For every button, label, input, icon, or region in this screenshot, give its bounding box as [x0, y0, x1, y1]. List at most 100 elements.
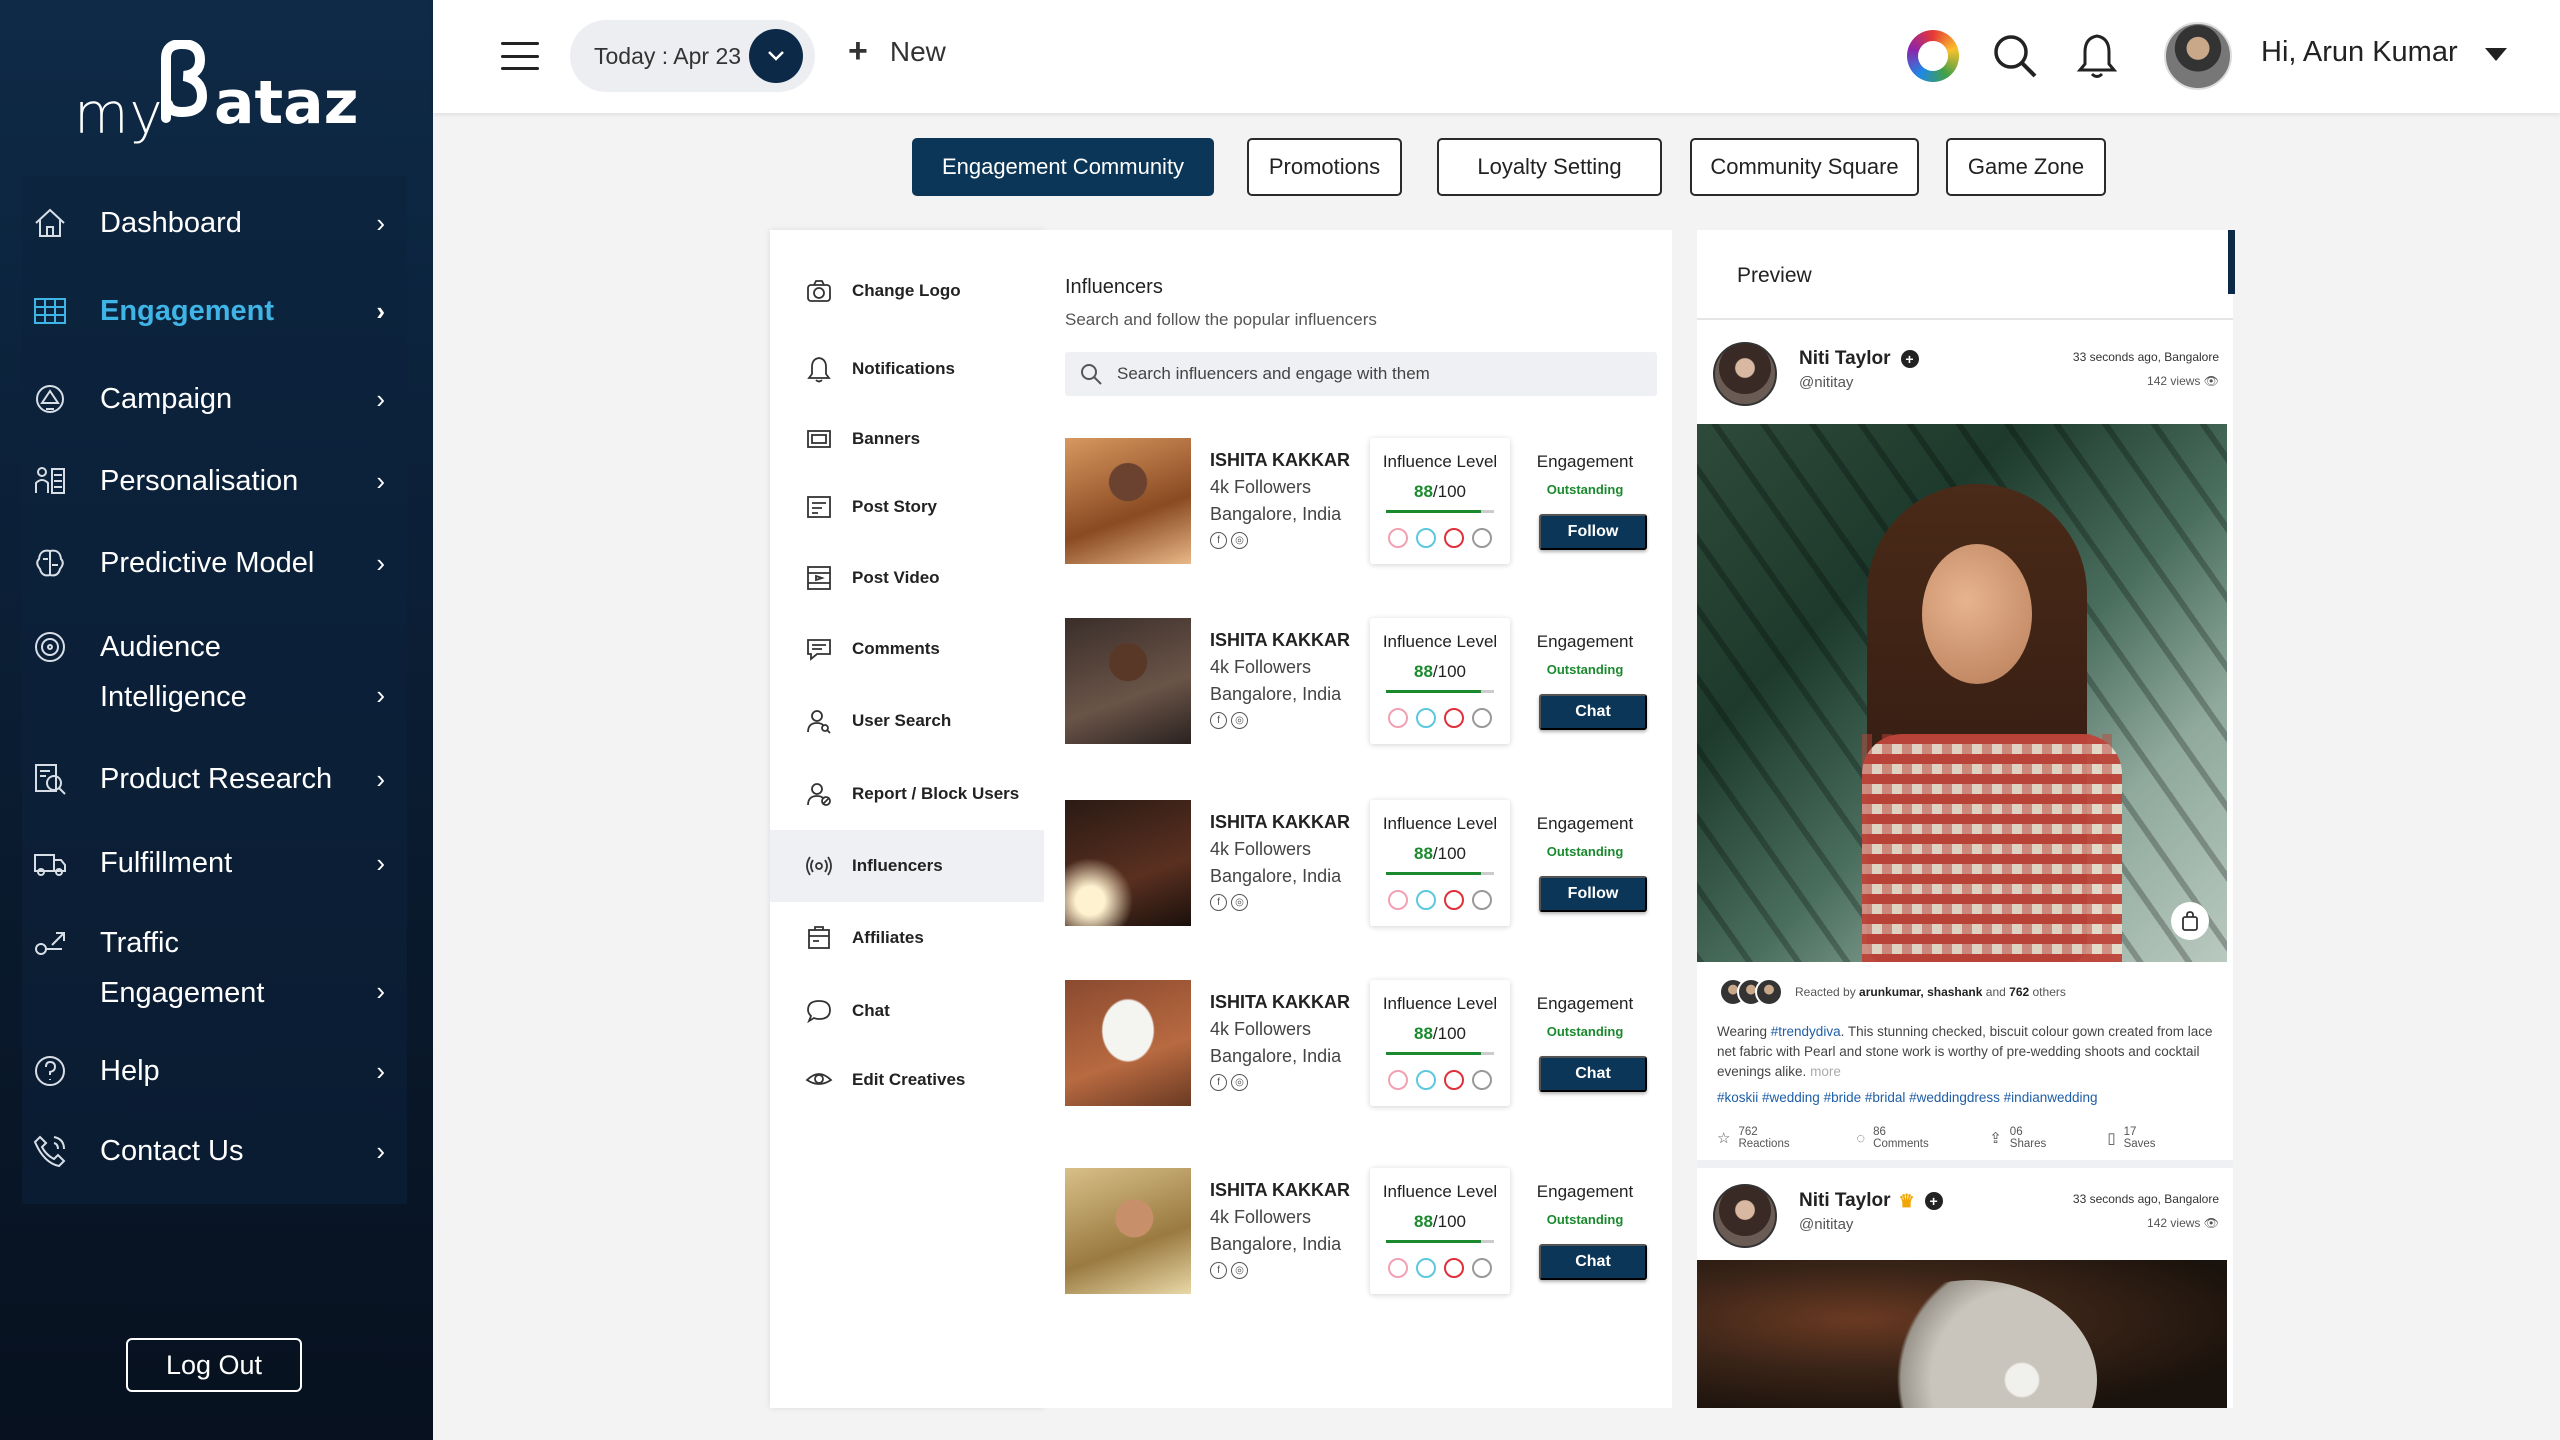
post-header: Niti Taylor + @nititay 33 seconds ago, Ba… — [1697, 326, 2233, 416]
setting-post-story[interactable]: Post Story — [770, 471, 1044, 543]
influence-level-card: Influence Level 88/100 — [1370, 618, 1510, 744]
reactions-stat[interactable]: ☆ 762 Reactions — [1717, 1126, 1808, 1150]
instagram-icon[interactable]: ◎ — [1231, 712, 1248, 729]
sidebar-item-help[interactable]: Help › — [30, 1046, 385, 1096]
influencer-action-button[interactable]: Chat — [1539, 1056, 1647, 1092]
chevron-right-icon: › — [376, 383, 385, 414]
influencer-action-button[interactable]: Follow — [1539, 876, 1647, 912]
setting-notifications[interactable]: Notifications — [770, 333, 1044, 405]
influencer-search-input[interactable]: Search influencers and engage with them — [1065, 352, 1657, 396]
comments-stat[interactable]: ◌ 86 Comments — [1856, 1126, 1941, 1150]
shopping-bag-icon[interactable] — [2171, 902, 2209, 940]
color-theme-icon[interactable] — [1905, 28, 1961, 84]
shares-stat[interactable]: ⇪ 06 Shares — [1989, 1126, 2059, 1150]
influencer-photo[interactable] — [1065, 800, 1191, 926]
sidebar-item-audience-intelligence[interactable]: Audience Intelligence › — [30, 622, 385, 722]
setting-user-search[interactable]: User Search — [770, 685, 1044, 757]
avatar[interactable] — [1713, 342, 1777, 406]
sidebar-item-dashboard[interactable]: Dashboard › — [30, 198, 385, 248]
sidebar-item-label: Personalisation — [100, 465, 299, 497]
influencer-name[interactable]: ISHITA KAKKAR — [1210, 1180, 1350, 1201]
setting-report-block-users[interactable]: Report / Block Users — [770, 758, 1044, 830]
influencer-photo[interactable] — [1065, 438, 1191, 564]
user-greeting[interactable]: Hi, Arun Kumar — [2261, 36, 2458, 69]
chevron-down-icon[interactable] — [749, 29, 803, 83]
sidebar-item-predictive-model[interactable]: Predictive Model › — [30, 538, 385, 588]
influencer-location: Bangalore, India — [1210, 1046, 1342, 1066]
engagement-value: Outstanding — [1546, 482, 1624, 497]
reactions-summary[interactable]: Reacted by arunkumar, shashank and 762 o… — [1719, 978, 2066, 1006]
tiktok-icon — [1472, 1258, 1492, 1278]
tab-promotions[interactable]: Promotions — [1247, 138, 1402, 196]
post-image[interactable] — [1697, 424, 2227, 962]
sidebar-item-product-research[interactable]: Product Research › — [30, 754, 385, 804]
post-image[interactable] — [1697, 1260, 2227, 1408]
chevron-right-icon: › — [376, 1135, 385, 1166]
post-hashtags[interactable]: #koskii #wedding #bride #bridal #wedding… — [1717, 1090, 2217, 1105]
campaign-icon — [30, 379, 70, 419]
influence-progress-bar — [1386, 872, 1494, 875]
facebook-icon[interactable]: f — [1210, 712, 1227, 729]
influencer-action-button[interactable]: Follow — [1539, 514, 1647, 550]
setting-chat[interactable]: Chat — [770, 975, 1044, 1047]
tab-engagement-community[interactable]: Engagement Community — [912, 138, 1214, 196]
influencer-name[interactable]: ISHITA KAKKAR — [1210, 630, 1350, 651]
setting-edit-creatives[interactable]: Edit Creatives — [770, 1044, 1044, 1116]
influencer-name[interactable]: ISHITA KAKKAR — [1210, 812, 1350, 833]
influencer-action-button[interactable]: Chat — [1539, 1244, 1647, 1280]
instagram-icon[interactable]: ◎ — [1231, 1074, 1248, 1091]
new-button[interactable]: + New — [848, 32, 946, 71]
search-icon[interactable] — [1987, 28, 2043, 84]
tab-community-square[interactable]: Community Square — [1690, 138, 1919, 196]
affiliates-icon — [804, 923, 834, 953]
sidebar-item-fulfillment[interactable]: Fulfillment › — [30, 838, 385, 888]
setting-influencers[interactable]: Influencers — [770, 830, 1044, 902]
platform-icons — [1388, 890, 1500, 910]
date-selector[interactable]: Today : Apr 23 — [570, 20, 815, 92]
influencer-name[interactable]: ISHITA KAKKAR — [1210, 450, 1350, 471]
camera-icon — [804, 276, 834, 306]
sidebar-item-campaign[interactable]: Campaign › — [30, 374, 385, 424]
brand-logo[interactable]: my ataz — [74, 40, 359, 147]
preview-scrollbar[interactable] — [2228, 230, 2235, 294]
facebook-icon[interactable]: f — [1210, 1262, 1227, 1279]
sidebar-item-personalisation[interactable]: Personalisation › — [30, 456, 385, 506]
bell-icon[interactable] — [2069, 28, 2125, 84]
banner-icon — [804, 424, 834, 454]
setting-post-video[interactable]: Post Video — [770, 542, 1044, 614]
follow-plus-icon[interactable]: + — [1900, 350, 1919, 368]
saves-stat[interactable]: ▯ 17 Saves — [2107, 1126, 2169, 1150]
sidebar-item-traffic-engagement[interactable]: Traffic Engagement › — [30, 918, 385, 1018]
caret-down-icon[interactable] — [2485, 48, 2507, 61]
setting-change-logo[interactable]: Change Logo — [770, 255, 1044, 327]
facebook-icon[interactable]: f — [1210, 1074, 1227, 1091]
post-author[interactable]: Niti Taylor ♛ + — [1799, 1190, 1943, 1212]
instagram-icon[interactable]: ◎ — [1231, 894, 1248, 911]
setting-comments[interactable]: Comments — [770, 613, 1044, 685]
facebook-icon[interactable]: f — [1210, 532, 1227, 549]
sidebar-item-contact-us[interactable]: Contact Us › — [30, 1126, 385, 1176]
avatar[interactable] — [2164, 22, 2232, 90]
facebook-icon[interactable]: f — [1210, 894, 1227, 911]
sidebar-item-engagement[interactable]: Engagement › — [30, 286, 385, 336]
hashtag-link[interactable]: #trendydiva — [1771, 1024, 1841, 1039]
tab-game-zone[interactable]: Game Zone — [1946, 138, 2106, 196]
instagram-icon[interactable]: ◎ — [1231, 532, 1248, 549]
influencer-photo[interactable] — [1065, 1168, 1191, 1294]
tab-loyalty-setting[interactable]: Loyalty Setting — [1437, 138, 1662, 196]
influencer-photo[interactable] — [1065, 618, 1191, 744]
instagram-icon[interactable]: ◎ — [1231, 1262, 1248, 1279]
influencer-photo[interactable] — [1065, 980, 1191, 1106]
hamburger-menu-icon[interactable] — [501, 42, 539, 70]
engagement-value: Outstanding — [1546, 662, 1624, 677]
setting-banners[interactable]: Banners — [770, 403, 1044, 475]
avatar[interactable] — [1713, 1184, 1777, 1248]
more-link[interactable]: more — [1810, 1064, 1841, 1079]
sidebar-item-label: Predictive Model — [100, 547, 315, 579]
follow-plus-icon[interactable]: + — [1924, 1192, 1943, 1210]
logout-button[interactable]: Log Out — [126, 1338, 302, 1392]
influencer-action-button[interactable]: Chat — [1539, 694, 1647, 730]
setting-affiliates[interactable]: Affiliates — [770, 902, 1044, 974]
influencer-name[interactable]: ISHITA KAKKAR — [1210, 992, 1350, 1013]
post-author[interactable]: Niti Taylor + — [1799, 348, 1919, 370]
